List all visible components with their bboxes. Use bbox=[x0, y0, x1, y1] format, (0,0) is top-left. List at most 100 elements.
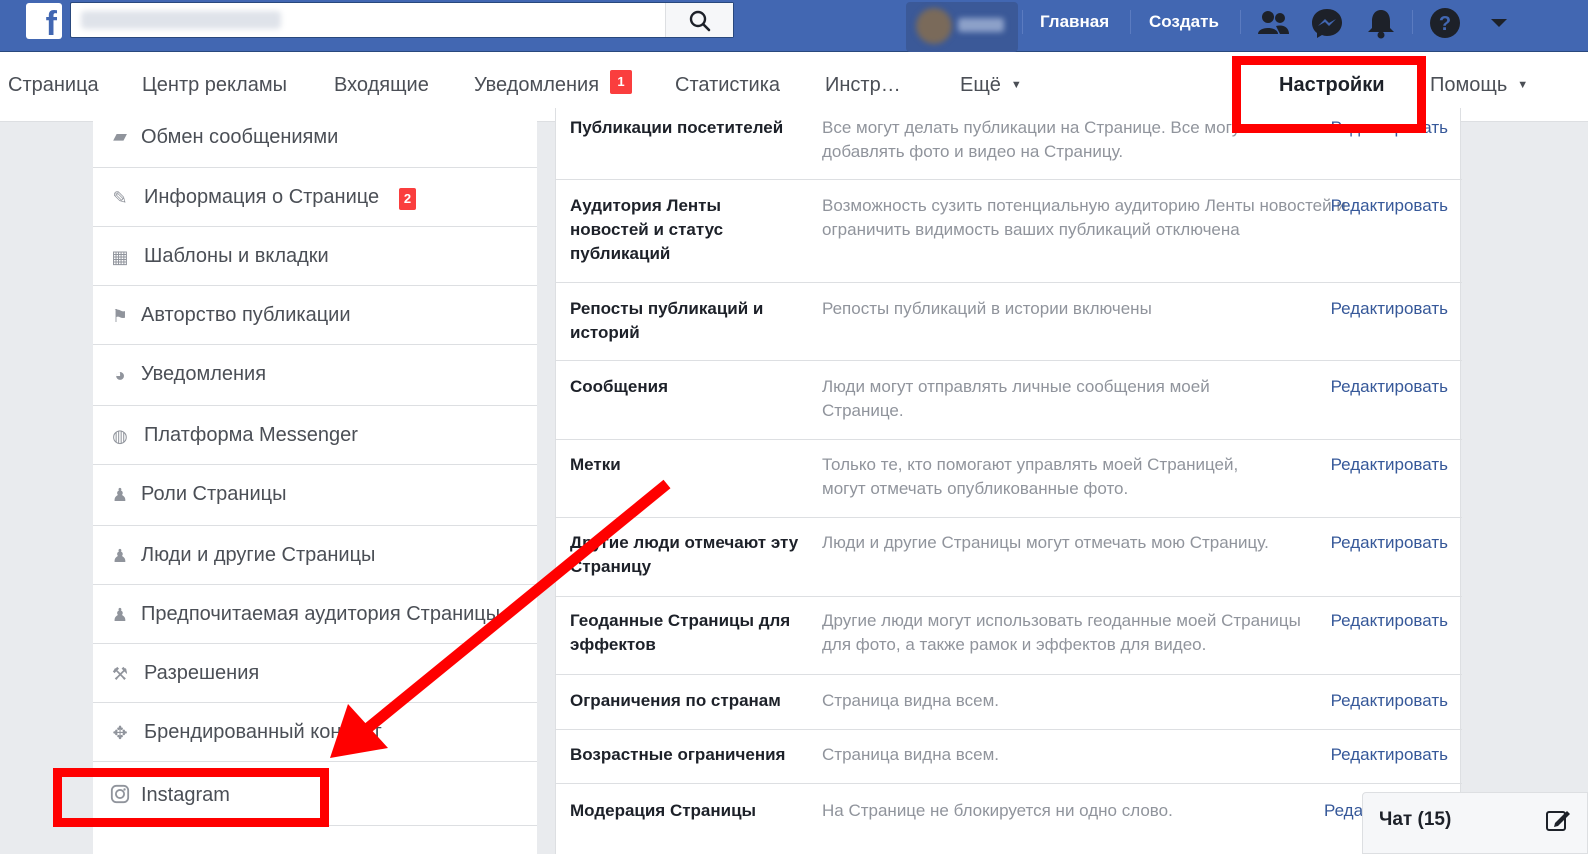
tab-ad-center[interactable]: Центр рекламы bbox=[142, 74, 287, 97]
settings-row-story-reposts: Репосты публикаций и историй Репосты пуб… bbox=[556, 283, 1462, 361]
facebook-logo-icon[interactable]: f bbox=[26, 3, 62, 41]
sidebar-item-label: Обмен сообщениями bbox=[141, 126, 339, 148]
account-menu-caret-icon[interactable] bbox=[1488, 12, 1510, 34]
row-title: Другие люди отмечают эту Страницу bbox=[570, 533, 799, 576]
sidebar-item-templates-tabs[interactable]: ▦ Шаблоны и вкладки bbox=[93, 227, 537, 286]
search-input[interactable] bbox=[81, 11, 281, 29]
sidebar-item-label: Брендированный контент bbox=[144, 721, 382, 743]
avatar bbox=[916, 8, 952, 44]
settings-sidebar: ▰ Обмен сообщениями ✎ Информация о Стран… bbox=[93, 108, 537, 854]
sidebar-item-page-info[interactable]: ✎ Информация о Странице 2 bbox=[93, 168, 537, 227]
row-description: Возможность сузить потенциальную аудитор… bbox=[822, 196, 1346, 239]
svg-text:?: ? bbox=[1439, 13, 1451, 35]
search-box[interactable] bbox=[70, 2, 734, 38]
tab-notifications[interactable]: Уведомления bbox=[474, 74, 599, 97]
grid-icon: ▦ bbox=[111, 247, 129, 267]
pencil-icon: ✎ bbox=[112, 188, 128, 208]
sidebar-item-page-roles[interactable]: ♟ Роли Страницы bbox=[93, 465, 537, 526]
settings-row-messages: Сообщения Люди могут отправлять личные с… bbox=[556, 361, 1462, 440]
row-title: Метки bbox=[570, 455, 621, 474]
sidebar-item-messaging[interactable]: ▰ Обмен сообщениями bbox=[93, 108, 537, 168]
row-title: Возрастные ограничения bbox=[570, 745, 786, 764]
divider bbox=[1240, 10, 1241, 34]
sidebar-item-post-attribution[interactable]: ⚑ Авторство публикации bbox=[93, 286, 537, 345]
divider bbox=[1130, 10, 1131, 34]
home-link[interactable]: Главная bbox=[1040, 12, 1109, 32]
tab-help[interactable]: Помощь ▼ bbox=[1430, 74, 1528, 97]
sidebar-item-label: Авторство публикации bbox=[141, 304, 351, 326]
row-title: Репосты публикаций и историй bbox=[570, 299, 764, 342]
tab-more-label: Ещё bbox=[960, 74, 1001, 96]
row-title: Публикации посетителей bbox=[570, 118, 784, 137]
messenger-icon: ◍ bbox=[112, 426, 128, 446]
row-description: На Странице не блокируется ни одно слово… bbox=[822, 801, 1173, 820]
create-link[interactable]: Создать bbox=[1149, 12, 1219, 32]
tab-inbox[interactable]: Входящие bbox=[334, 74, 429, 97]
row-title: Геоданные Страницы для эффектов bbox=[570, 611, 791, 654]
row-title: Модерация Страницы bbox=[570, 801, 757, 820]
sidebar-item-messenger-platform[interactable]: ◍ Платформа Messenger bbox=[93, 406, 537, 465]
divider bbox=[1412, 10, 1413, 34]
row-description: Репосты публикаций в истории включены bbox=[822, 299, 1152, 318]
search-button[interactable] bbox=[665, 3, 733, 37]
sidebar-item-label: Люди и другие Страницы bbox=[141, 544, 376, 566]
profile-link[interactable] bbox=[906, 2, 1018, 52]
settings-row-age-restrictions: Возрастные ограничения Страница видна вс… bbox=[556, 730, 1462, 784]
chevron-down-icon: ▼ bbox=[1517, 79, 1529, 91]
edit-link[interactable]: Редактировать bbox=[1331, 689, 1448, 713]
compose-icon[interactable] bbox=[1545, 807, 1571, 833]
settings-highlight-box bbox=[1232, 56, 1426, 133]
sidebar-item-label: Информация о Странице bbox=[144, 186, 380, 208]
friends-icon[interactable] bbox=[1256, 6, 1290, 40]
sidebar-item-preferred-audience[interactable]: ♟ Предпочитаемая аудитория Страницы bbox=[93, 585, 537, 644]
help-icon[interactable]: ? bbox=[1428, 6, 1462, 40]
notifications-bell-icon[interactable] bbox=[1364, 6, 1398, 40]
person-star-icon: ♟ bbox=[111, 605, 129, 625]
profile-name bbox=[958, 18, 1004, 32]
row-description: Страница видна всем. bbox=[822, 691, 999, 710]
wrench-icon: ⚒ bbox=[111, 664, 129, 684]
sidebar-item-label: Шаблоны и вкладки bbox=[144, 245, 329, 267]
sidebar-item-notifications[interactable]: ◕ Уведомления bbox=[93, 345, 537, 406]
page-info-badge: 2 bbox=[399, 188, 416, 210]
messenger-icon[interactable] bbox=[1310, 6, 1344, 40]
instagram-highlight-box bbox=[53, 768, 329, 827]
settings-row-others-tag-page: Другие люди отмечают эту Страницу Люди и… bbox=[556, 518, 1462, 597]
settings-row-news-feed-audience: Аудитория Ленты новостей и статус публик… bbox=[556, 180, 1462, 283]
sidebar-item-people-other-pages[interactable]: ♟ Люди и другие Страницы bbox=[93, 526, 537, 585]
row-title: Ограничения по странам bbox=[570, 691, 781, 710]
person-icon: ♟ bbox=[111, 485, 129, 505]
edit-link[interactable]: Редактировать bbox=[1331, 297, 1448, 321]
row-description: Люди и другие Страницы могут отмечать мо… bbox=[822, 533, 1269, 552]
edit-link[interactable]: Редактировать bbox=[1331, 531, 1448, 555]
sidebar-item-label: Разрешения bbox=[144, 662, 260, 684]
tab-page[interactable]: Страница bbox=[8, 74, 99, 97]
row-title: Сообщения bbox=[570, 377, 668, 396]
chevron-down-icon: ▼ bbox=[1010, 79, 1022, 91]
edit-link[interactable]: Редактировать bbox=[1331, 453, 1448, 477]
row-description: Страница видна всем. bbox=[822, 745, 999, 764]
row-title: Аудитория Ленты новостей и статус публик… bbox=[570, 196, 724, 263]
notifications-badge: 1 bbox=[610, 70, 632, 94]
row-description: Все могут делать публикации на Странице.… bbox=[822, 118, 1249, 161]
general-settings-panel: Публикации посетителей Все могут делать … bbox=[555, 108, 1462, 854]
row-description: Люди могут отправлять личные сообщения м… bbox=[822, 377, 1210, 420]
sidebar-item-permissions[interactable]: ⚒ Разрешения bbox=[93, 644, 537, 703]
messages-icon: ▰ bbox=[113, 126, 127, 146]
chat-bar[interactable]: Чат (15) bbox=[1362, 792, 1588, 854]
globe-icon: ◕ bbox=[114, 365, 126, 385]
tab-stats[interactable]: Статистика bbox=[675, 74, 780, 97]
edit-link[interactable]: Редактировать bbox=[1331, 609, 1448, 633]
row-description: Только те, кто помогают управлять моей С… bbox=[822, 455, 1239, 498]
tab-more[interactable]: Ещё ▼ bbox=[960, 74, 1022, 97]
sidebar-item-branded-content[interactable]: ✥ Брендированный контент bbox=[93, 703, 537, 762]
settings-row-tags: Метки Только те, кто помогают управлять … bbox=[556, 440, 1462, 518]
row-description: Другие люди могут использовать геоданные… bbox=[822, 611, 1301, 654]
divider bbox=[1022, 10, 1023, 34]
edit-link[interactable]: Редактировать bbox=[1331, 375, 1448, 399]
edit-link[interactable]: Редактировать bbox=[1331, 194, 1448, 218]
search-icon bbox=[689, 10, 711, 32]
edit-link[interactable]: Реда bbox=[1324, 799, 1363, 823]
edit-link[interactable]: Редактировать bbox=[1331, 743, 1448, 767]
tab-tools[interactable]: Инстр… bbox=[825, 74, 901, 97]
